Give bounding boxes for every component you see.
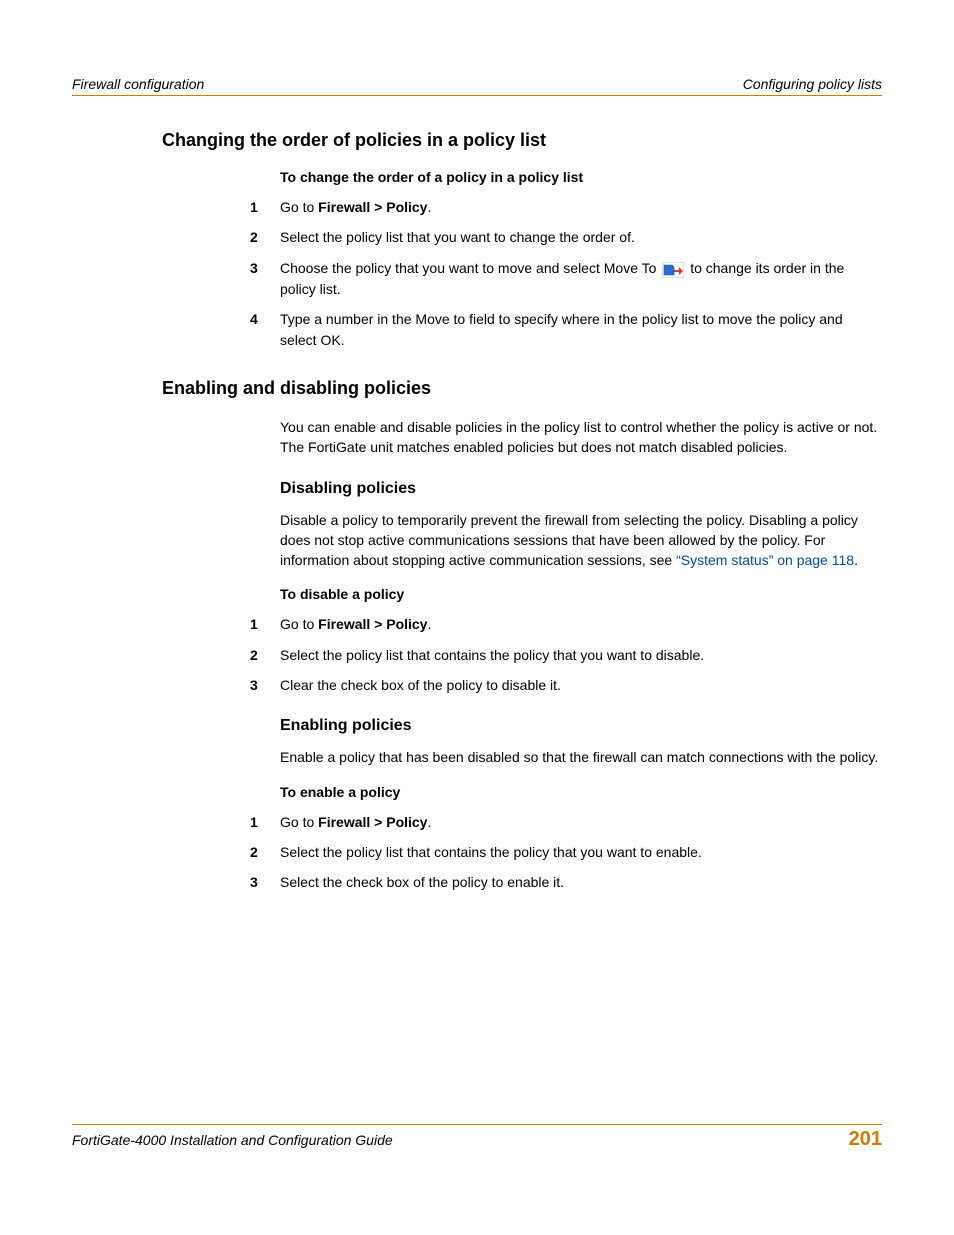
step-text: Clear the check box of the policy to dis… [280, 675, 882, 695]
step-row: 1 Go to Firewall > Policy. [250, 812, 882, 832]
step-number: 1 [250, 812, 280, 832]
subhead-to-change-order: To change the order of a policy in a pol… [280, 169, 882, 185]
nav-path: Firewall > Policy [318, 814, 427, 830]
heading-enabling: Enabling policies [280, 717, 882, 735]
step-number: 4 [250, 309, 280, 350]
step-text: Type a number in the Move to field to sp… [280, 309, 882, 350]
header-right: Configuring policy lists [743, 76, 882, 92]
heading-changing-order: Changing the order of policies in a poli… [162, 130, 882, 151]
step-row: 1 Go to Firewall > Policy. [250, 614, 882, 634]
heading-enable-disable: Enabling and disabling policies [162, 378, 882, 399]
step-text: Go to Firewall > Policy. [280, 812, 882, 832]
step-row: 2 Select the policy list that contains t… [250, 842, 882, 862]
step-number: 2 [250, 842, 280, 862]
subhead-to-enable: To enable a policy [280, 784, 882, 800]
step-number: 3 [250, 258, 280, 300]
step-text: Choose the policy that you want to move … [280, 258, 882, 300]
step-row: 3 Choose the policy that you want to mov… [250, 258, 882, 300]
nav-path: Firewall > Policy [318, 199, 427, 215]
heading-disabling: Disabling policies [280, 480, 882, 498]
step-number: 1 [250, 614, 280, 634]
step-text: Go to Firewall > Policy. [280, 197, 882, 217]
paragraph: Enable a policy that has been disabled s… [280, 747, 882, 767]
paragraph: Disable a policy to temporarily prevent … [280, 510, 882, 571]
footer-title: FortiGate-4000 Installation and Configur… [72, 1132, 393, 1148]
step-text: Select the policy list that contains the… [280, 842, 882, 862]
footer-rule [72, 1124, 882, 1125]
step-text: Select the check box of the policy to en… [280, 872, 882, 892]
step-row: 3 Select the check box of the policy to … [250, 872, 882, 892]
step-number: 3 [250, 872, 280, 892]
step-row: 2 Select the policy list that you want t… [250, 227, 882, 247]
step-row: 4 Type a number in the Move to field to … [250, 309, 882, 350]
header-rule [72, 95, 882, 96]
step-row: 3 Clear the check box of the policy to d… [250, 675, 882, 695]
header-left: Firewall configuration [72, 76, 204, 92]
paragraph: You can enable and disable policies in t… [280, 417, 882, 458]
move-to-icon [662, 259, 684, 279]
subhead-to-disable: To disable a policy [280, 586, 882, 602]
step-text: Select the policy list that you want to … [280, 227, 882, 247]
page-number: 201 [849, 1128, 882, 1151]
step-row: 2 Select the policy list that contains t… [250, 645, 882, 665]
link-system-status[interactable]: “System status” on page 118 [676, 552, 854, 568]
nav-path: Firewall > Policy [318, 616, 427, 632]
step-row: 1 Go to Firewall > Policy. [250, 197, 882, 217]
step-text: Select the policy list that contains the… [280, 645, 882, 665]
page-content: Changing the order of policies in a poli… [72, 130, 882, 892]
step-number: 2 [250, 227, 280, 247]
step-number: 1 [250, 197, 280, 217]
page-header: Firewall configuration Configuring polic… [72, 76, 882, 92]
step-text: Go to Firewall > Policy. [280, 614, 882, 634]
page-footer: FortiGate-4000 Installation and Configur… [72, 1128, 882, 1151]
step-number: 2 [250, 645, 280, 665]
step-number: 3 [250, 675, 280, 695]
